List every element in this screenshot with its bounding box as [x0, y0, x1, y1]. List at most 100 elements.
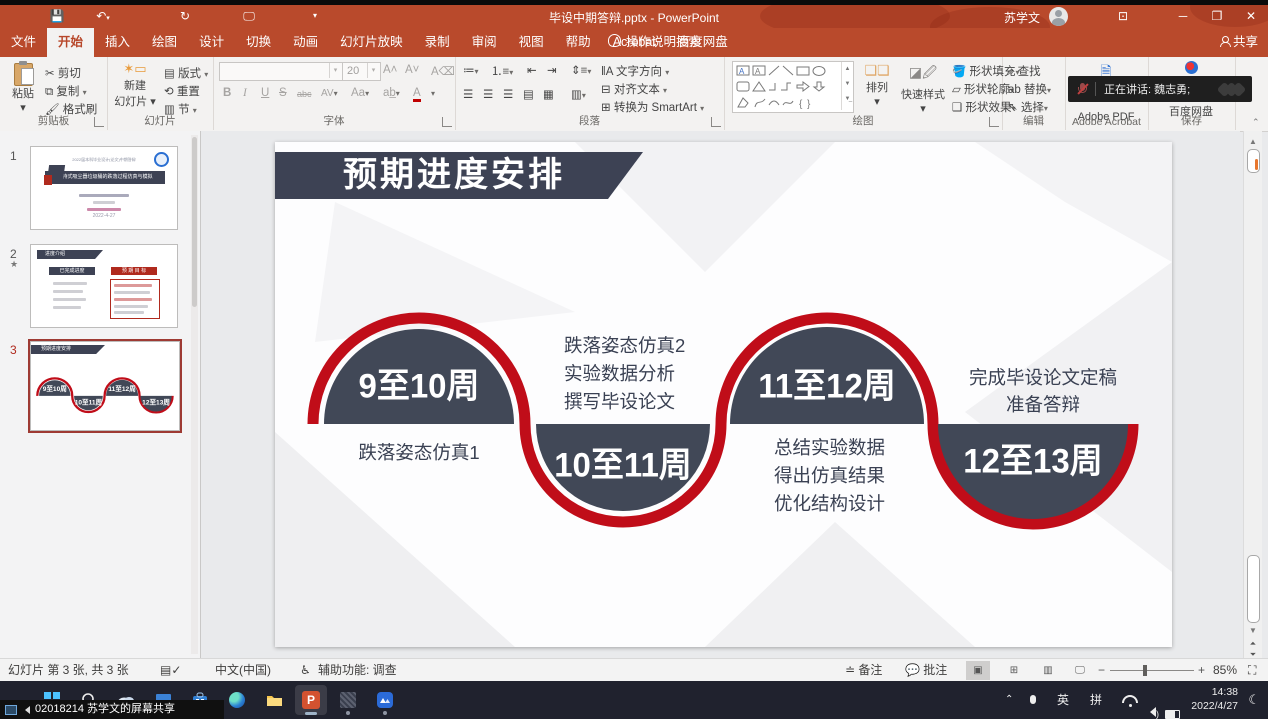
account-name[interactable]: 苏学文 — [1004, 9, 1040, 26]
copy-button[interactable]: ⧉ 复制 ▾ — [45, 83, 87, 99]
align-right-icon[interactable]: ☰ — [503, 87, 513, 101]
align-center-icon[interactable]: ☰ — [483, 87, 493, 101]
font-dialog-launcher[interactable] — [442, 117, 452, 127]
reset-button[interactable]: ⟲ 重置 — [164, 83, 200, 99]
tab-view[interactable]: 视图 — [508, 28, 555, 57]
do-not-disturb-moon-icon[interactable]: ☾ — [1248, 681, 1260, 719]
wifi-icon[interactable] — [1122, 695, 1138, 719]
tab-help[interactable]: 帮助 — [555, 28, 602, 57]
increase-font-icon[interactable]: A˄ — [383, 64, 397, 76]
taskbar-powerpoint-button[interactable]: P — [295, 685, 327, 715]
milestone-week-2[interactable]: 10至11周 — [523, 437, 723, 487]
speaker-icon[interactable]: ) — [1145, 694, 1159, 719]
slide-sorter-view-button[interactable]: ⊞ — [1002, 661, 1026, 680]
notes-button[interactable]: ≐ 备注 — [845, 659, 882, 682]
scroll-up-button[interactable]: ▲ — [1247, 136, 1259, 148]
tell-me-search[interactable]: 操作说明搜索 — [608, 28, 701, 57]
milestone-note-3[interactable]: 总结实验数据 得出仿真结果 优化结构设计 — [774, 434, 885, 518]
justify-icon[interactable]: ▤ — [523, 87, 534, 101]
normal-view-button[interactable]: ▣ — [966, 661, 990, 680]
clipboard-dialog-launcher[interactable] — [94, 117, 104, 127]
close-button[interactable]: ✕ — [1234, 5, 1268, 28]
speaking-toast[interactable]: 正在讲话: 魏志勇; — [1068, 76, 1252, 102]
comments-button[interactable]: 💬 批注 — [905, 659, 947, 682]
find-button[interactable]: ⌕ 查找 — [1008, 63, 1041, 79]
spellcheck-icon[interactable]: ▤✓ — [160, 659, 181, 682]
zoom-level[interactable]: 85% — [1213, 659, 1237, 682]
slide-thumbnail-2[interactable]: 进度介绍 已完成进度 预 期 目 标 — [30, 244, 178, 328]
decrease-font-icon[interactable]: A˅ — [405, 64, 419, 76]
screen-share-banner[interactable]: 02018214 苏学文的屏幕共享 — [0, 700, 224, 719]
decrease-indent-icon[interactable]: ⇤ — [527, 63, 537, 77]
text-direction-button[interactable]: ‖A 文字方向 ▾ — [601, 63, 669, 79]
milestone-week-4[interactable]: 12至13周 — [933, 433, 1133, 483]
align-text-button[interactable]: ⊟ 对齐文本 ▾ — [601, 81, 667, 97]
slide-title[interactable]: 预期进度安排 — [343, 152, 643, 199]
distribute-icon[interactable]: ▦ — [543, 87, 554, 101]
slide-title-banner[interactable]: 预期进度安排 — [275, 152, 655, 199]
taskbar-meeting-button[interactable] — [369, 685, 401, 715]
zoom-out-button[interactable]: − — [1098, 659, 1105, 682]
columns-button[interactable]: ▥▾ — [571, 87, 586, 101]
tab-insert[interactable]: 插入 — [94, 28, 141, 57]
ribbon-display-options-icon[interactable]: ⊡ — [1106, 5, 1140, 28]
milestone-week-1[interactable]: 9至10周 — [319, 358, 519, 408]
numbering-button[interactable]: ⒈≡▾ — [491, 63, 513, 79]
font-name-combo[interactable]: ▾ — [219, 62, 343, 81]
tab-transitions[interactable]: 切换 — [235, 28, 282, 57]
reading-view-button[interactable]: ▥ — [1036, 661, 1060, 680]
tab-home[interactable]: 开始 — [47, 28, 94, 57]
ime-pinyin-indicator[interactable]: 拼 — [1090, 681, 1102, 719]
character-spacing-button[interactable]: AV▾ — [321, 87, 338, 99]
font-size-combo[interactable]: 20▾ — [342, 62, 381, 81]
align-left-icon[interactable]: ☰ — [463, 87, 473, 101]
strikethrough-button[interactable]: S — [279, 87, 287, 99]
collapse-ribbon-icon[interactable]: ⌃ — [1252, 117, 1260, 128]
tray-expand-icon[interactable]: ⌃ — [1005, 681, 1013, 719]
scroll-indicator-pill[interactable] — [1247, 149, 1260, 173]
tab-file[interactable]: 文件 — [0, 28, 47, 57]
ime-english-indicator[interactable]: 英 — [1057, 681, 1069, 719]
restore-button[interactable]: ❐ — [1200, 5, 1234, 28]
bullets-button[interactable]: ≔▾ — [463, 63, 479, 77]
paste-button[interactable]: 粘贴▾ — [6, 61, 40, 114]
quick-styles-button[interactable]: ◪🖉 快速样式▾ — [898, 62, 948, 115]
taskbar-app-button[interactable] — [332, 685, 364, 715]
slide-thumbnail-3[interactable]: 预期进度安排 9至10周 10至11周 11至12周 12至13周 — [30, 341, 180, 431]
slide-counter[interactable]: 幻灯片 第 3 张, 共 3 张 — [8, 659, 129, 682]
slide-thumbnail-1[interactable]: 2022届本科毕业设计(论文)中期答辩 手持式吸尘器垃圾桶的跌落过程仿真与模拟 … — [30, 146, 178, 230]
strikethrough-abc-icon[interactable]: abc — [297, 89, 312, 99]
milestone-note-4[interactable]: 完成毕设论文定稿 准备答辩 — [933, 364, 1153, 418]
paragraph-dialog-launcher[interactable] — [711, 117, 721, 127]
shape-gallery[interactable]: A A { } — [732, 61, 854, 113]
slideshow-view-button[interactable]: 🖵 — [1068, 661, 1092, 680]
bold-button[interactable]: B — [223, 87, 231, 99]
main-scrollbar[interactable]: ▲ ▼ ⏶ ⏷ — [1243, 131, 1262, 658]
scroll-thumb[interactable] — [1247, 555, 1260, 623]
change-case-button[interactable]: Aa▾ — [351, 87, 369, 99]
zoom-slider-track[interactable] — [1110, 670, 1194, 671]
milestone-week-3[interactable]: 11至12周 — [727, 358, 927, 408]
tab-record[interactable]: 录制 — [414, 28, 461, 57]
milestone-note-2[interactable]: 跌落姿态仿真2 实验数据分析 撰写毕设论文 — [564, 332, 685, 416]
slide-3-editing-surface[interactable]: 预期进度安排 9至10周 10至11周 11至12周 12至13周 跌落姿态仿真… — [275, 142, 1172, 647]
tab-slideshow[interactable]: 幻灯片放映 — [329, 28, 414, 57]
tab-draw[interactable]: 绘图 — [141, 28, 188, 57]
replace-button[interactable]: ab 替换▾ — [1008, 81, 1051, 97]
tab-review[interactable]: 审阅 — [461, 28, 508, 57]
milestone-note-1[interactable]: 跌落姿态仿真1 — [319, 439, 519, 467]
tray-mic-icon[interactable] — [1030, 681, 1036, 719]
arrange-button[interactable]: ❏❏ 排列▾ — [858, 62, 896, 108]
avatar[interactable] — [1049, 7, 1068, 26]
line-spacing-button[interactable]: ⇕≡▾ — [571, 63, 591, 77]
font-color-dd[interactable]: ▾ — [431, 87, 435, 99]
zoom-slider-thumb[interactable] — [1143, 665, 1147, 676]
tab-design[interactable]: 设计 — [188, 28, 235, 57]
layout-button[interactable]: ▤ 版式 ▾ — [164, 65, 208, 81]
clear-formatting-icon[interactable]: A⌫ — [431, 64, 455, 78]
zoom-in-button[interactable]: + — [1198, 659, 1205, 682]
scroll-down-button[interactable]: ▼ — [1247, 625, 1259, 637]
italic-button[interactable]: I — [243, 87, 247, 99]
new-slide-button[interactable]: ✶▭ 新建 幻灯片 ▾ — [111, 61, 159, 109]
increase-indent-icon[interactable]: ⇥ — [547, 63, 557, 77]
